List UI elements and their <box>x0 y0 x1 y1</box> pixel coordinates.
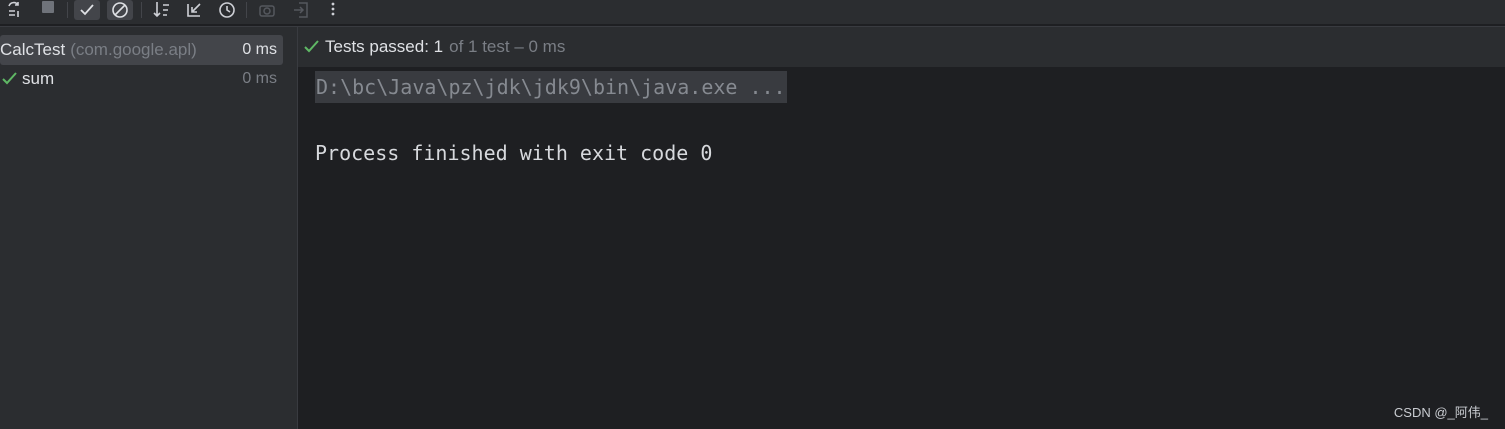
toolbar-divider <box>67 2 68 18</box>
test-class-name: CalcTest <box>0 40 66 59</box>
history-icon[interactable] <box>214 0 240 20</box>
check-icon <box>303 38 321 56</box>
test-toolbar <box>0 0 1505 24</box>
test-method-duration: 0 ms <box>242 70 277 87</box>
tests-passed-label: Tests passed: 1 <box>325 37 444 56</box>
toolbar-divider <box>141 2 142 18</box>
test-status-bar: Tests passed: 1 of 1 test – 0 ms <box>298 27 1505 67</box>
check-icon <box>0 70 20 88</box>
show-ignored-icon[interactable] <box>107 0 133 20</box>
test-runner-window: CalcTest (com.google.apl) 0 ms sum 0 ms … <box>0 0 1505 429</box>
test-class-duration: 0 ms <box>242 41 277 58</box>
toolbar-divider <box>246 2 247 18</box>
test-method-name: sum <box>22 69 55 88</box>
sort-icon[interactable] <box>149 0 175 20</box>
rerun-failed-icon[interactable] <box>2 0 28 20</box>
test-tree-item[interactable]: sum 0 ms <box>0 64 283 94</box>
screenshot-icon[interactable] <box>254 0 280 20</box>
show-passed-icon[interactable] <box>74 0 100 20</box>
console-process-finished: Process finished with exit code 0 <box>315 141 713 165</box>
export-icon[interactable] <box>288 0 314 20</box>
console-command-line[interactable]: D:\bc\Java\pz\jdk\jdk9\bin\java.exe ... <box>315 71 787 103</box>
test-tree-root[interactable]: CalcTest (com.google.apl) 0 ms <box>0 35 283 65</box>
watermark: CSDN @_阿伟_ <box>1393 405 1488 420</box>
test-tree-panel: CalcTest (com.google.apl) 0 ms sum 0 ms <box>0 27 297 429</box>
more-icon[interactable] <box>320 0 346 20</box>
collapse-icon[interactable] <box>181 0 207 20</box>
tests-passed-detail: of 1 test – 0 ms <box>449 37 566 56</box>
stop-icon[interactable] <box>34 0 60 20</box>
console-output[interactable]: D:\bc\Java\pz\jdk\jdk9\bin\java.exe ... … <box>298 67 1505 429</box>
test-class-package: (com.google.apl) <box>70 40 197 59</box>
